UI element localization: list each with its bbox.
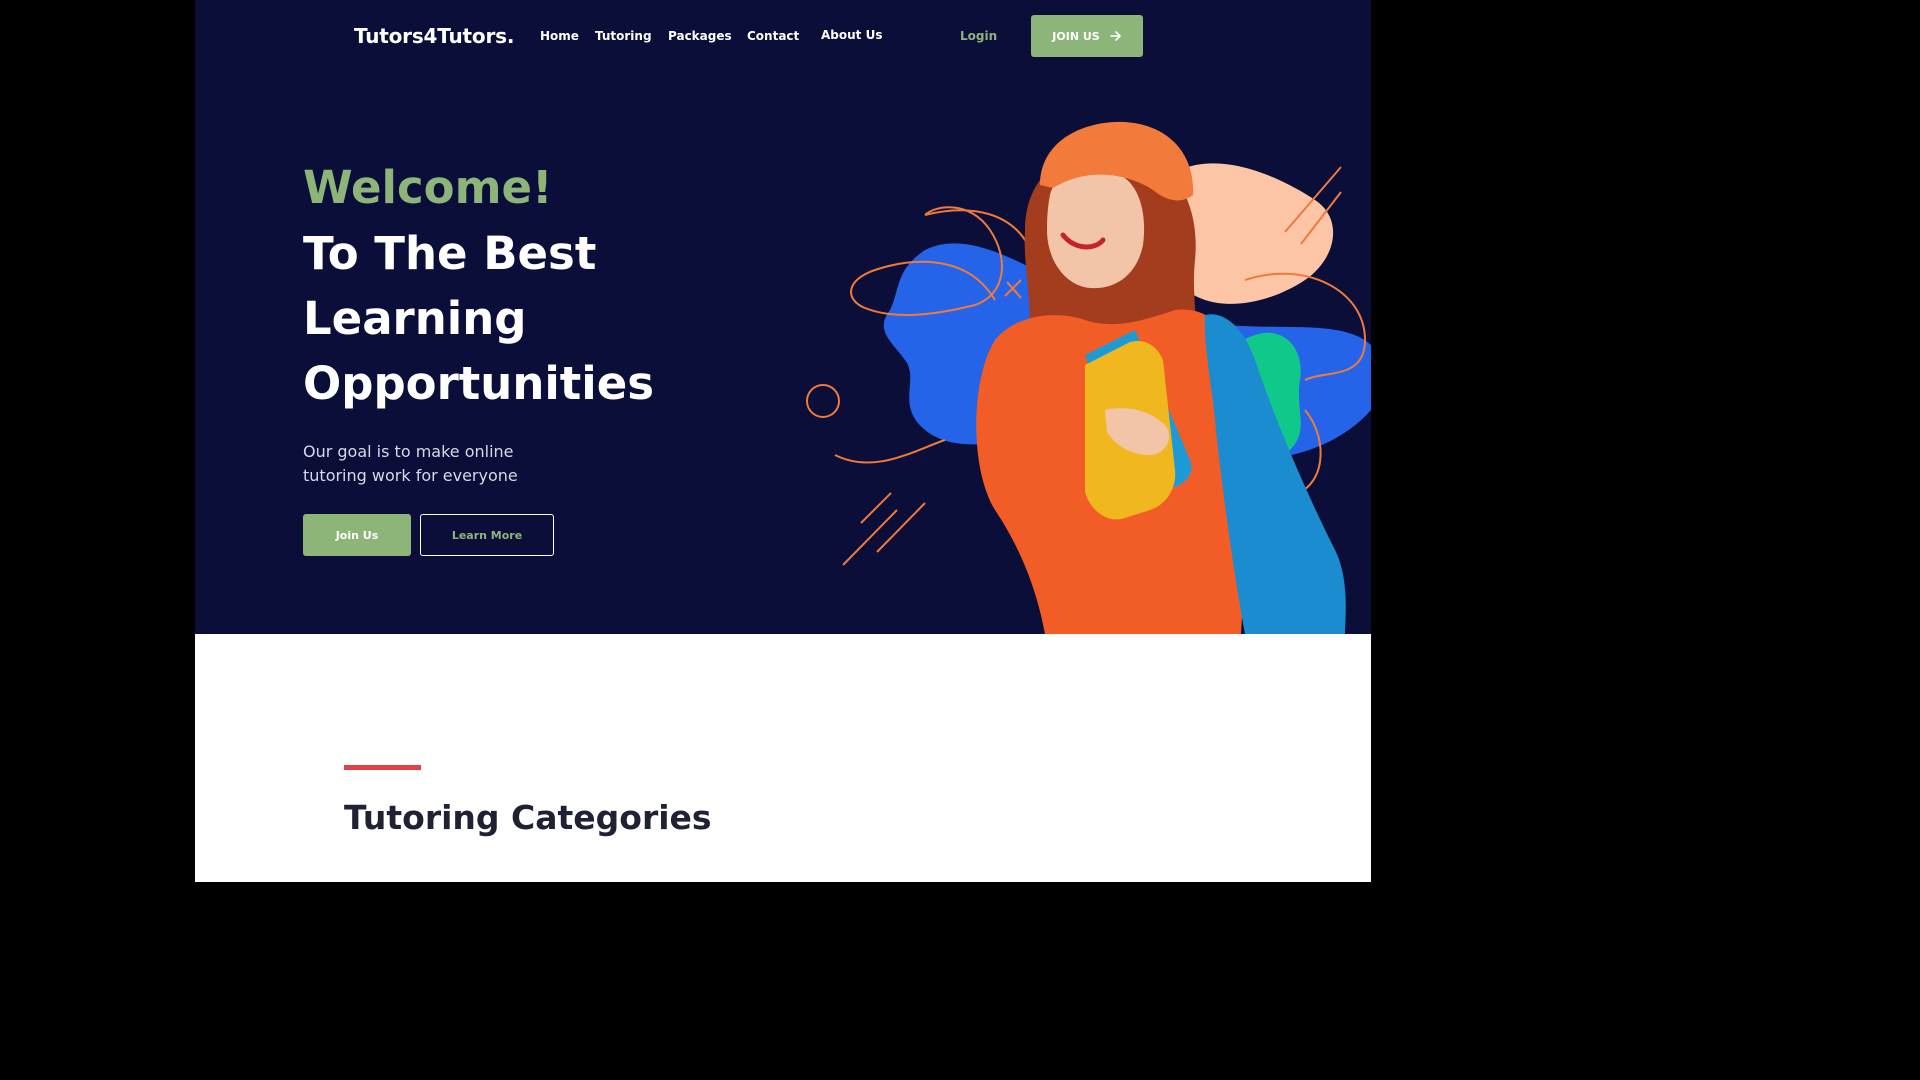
hero-headline-line-1: To The Best xyxy=(303,227,597,280)
arrow-right-icon xyxy=(1109,30,1122,42)
orange-curve-bottom-left xyxy=(834,439,946,464)
hero-headline-line-3: Opportunities xyxy=(303,357,655,410)
nav-contact[interactable]: Contact xyxy=(747,29,799,43)
hero-headline-line-2: Learning xyxy=(303,292,527,345)
section-accent-bar xyxy=(344,765,421,770)
orange-lines-left xyxy=(842,492,926,566)
orange-ring xyxy=(806,384,840,418)
face xyxy=(1047,170,1145,289)
section-title: Tutoring Categories xyxy=(344,798,712,837)
hero-welcome: Welcome! xyxy=(303,161,553,214)
nav-about-us[interactable]: About Us xyxy=(821,28,882,42)
hero-section: Tutors4Tutors. Home Tutoring Packages Co… xyxy=(195,0,1371,634)
join-us-button[interactable]: Join Us xyxy=(303,514,411,556)
page: Tutors4Tutors. Home Tutoring Packages Co… xyxy=(195,0,1371,882)
nav-tutoring[interactable]: Tutoring xyxy=(595,29,652,43)
join-us-nav-button[interactable]: JOIN US xyxy=(1031,15,1143,57)
join-us-nav-label: JOIN US xyxy=(1052,29,1100,43)
learn-more-button[interactable]: Learn More xyxy=(420,514,554,556)
nav-packages[interactable]: Packages xyxy=(668,29,732,43)
hero-illustration xyxy=(806,121,1371,634)
site-logo[interactable]: Tutors4Tutors. xyxy=(354,24,514,48)
hero-subtitle: Our goal is to make online tutoring work… xyxy=(303,442,518,485)
login-link[interactable]: Login xyxy=(960,29,997,43)
nav-home[interactable]: Home xyxy=(540,29,579,43)
